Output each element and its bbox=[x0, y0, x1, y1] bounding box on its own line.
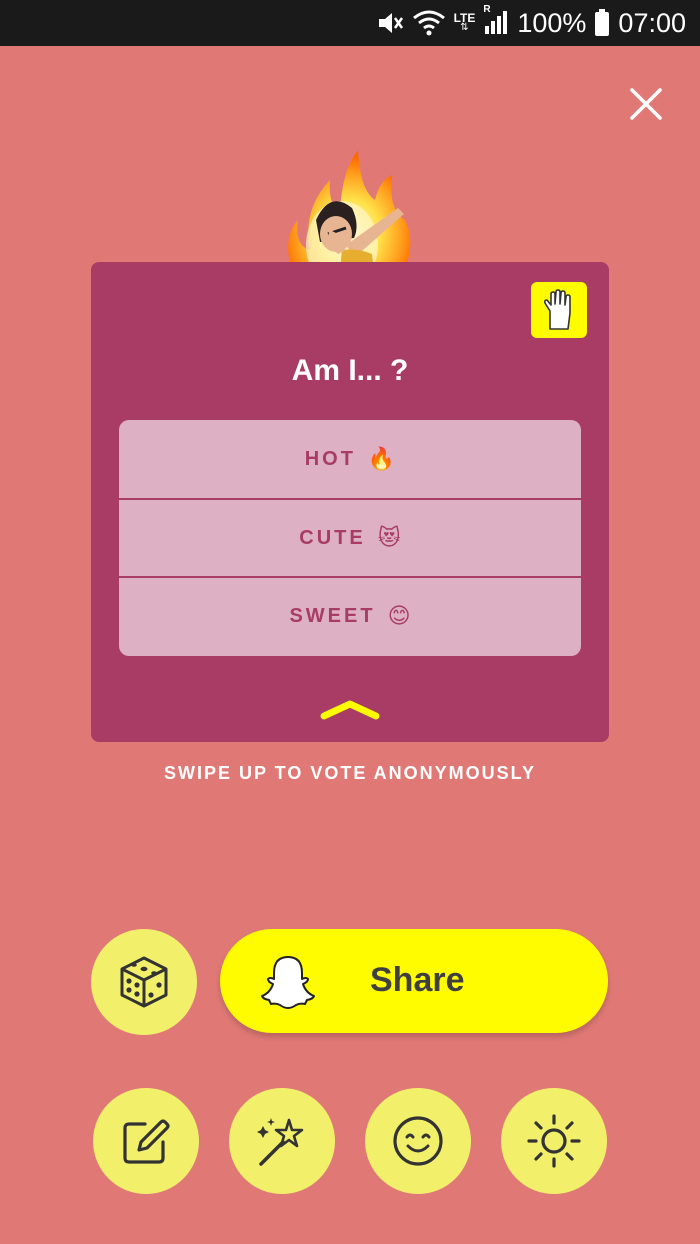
signal-icon: R bbox=[483, 4, 509, 36]
sun-icon bbox=[527, 1114, 581, 1168]
clock: 07:00 bbox=[618, 7, 686, 38]
snapchat-ghost-icon bbox=[261, 956, 315, 1009]
mute-icon bbox=[376, 10, 404, 36]
brightness-button[interactable] bbox=[501, 1088, 607, 1194]
fire-emoji-icon: 🔥 bbox=[367, 446, 396, 471]
option-label: HOT bbox=[304, 447, 356, 470]
emoji-button[interactable] bbox=[365, 1088, 471, 1194]
smiley-icon bbox=[393, 1116, 443, 1166]
close-button[interactable] bbox=[624, 82, 668, 126]
battery-percent: 100% bbox=[517, 7, 587, 38]
raised-hand-icon bbox=[543, 289, 571, 330]
poll-card[interactable]: Am I... ? HOT 🔥 CUTE 😻 SWEET 😊 bbox=[91, 262, 609, 742]
edit-icon bbox=[123, 1119, 170, 1164]
swipe-hint: SWIPE UP TO VOTE ANONYMOUSLY bbox=[163, 763, 537, 783]
share-label: Share bbox=[370, 961, 465, 999]
magic-button[interactable] bbox=[229, 1088, 335, 1194]
battery-icon bbox=[594, 9, 610, 37]
poll-options: HOT 🔥 CUTE 😻 SWEET 😊 bbox=[119, 420, 581, 656]
option-sweet[interactable]: SWEET 😊 bbox=[119, 576, 581, 654]
option-label: CUTE bbox=[299, 526, 366, 549]
roaming-label: R bbox=[483, 4, 491, 15]
option-hot[interactable]: HOT 🔥 bbox=[119, 420, 581, 498]
random-poll-button[interactable] bbox=[91, 929, 197, 1035]
share-button[interactable]: Share bbox=[220, 929, 608, 1033]
smiling-emoji-icon: 😊 bbox=[387, 603, 411, 628]
heart-eyes-cat-emoji-icon: 😻 bbox=[377, 525, 401, 550]
data-arrows-icon: ⇅ bbox=[460, 22, 469, 33]
magic-wand-icon bbox=[257, 1118, 304, 1166]
lte-indicator: LTE ⇅ bbox=[454, 12, 476, 33]
option-cute[interactable]: CUTE 😻 bbox=[119, 498, 581, 576]
poll-question: Am I... ? bbox=[291, 354, 409, 387]
option-label: SWEET bbox=[289, 604, 376, 627]
status-bar: LTE ⇅ R 100% 07:00 bbox=[0, 0, 700, 46]
close-icon bbox=[630, 88, 662, 120]
wifi-icon bbox=[412, 10, 446, 36]
chevron-up-icon[interactable] bbox=[318, 698, 382, 722]
edit-button[interactable] bbox=[93, 1088, 199, 1194]
dice-icon bbox=[120, 956, 168, 1008]
raise-hand-badge[interactable] bbox=[531, 282, 587, 338]
